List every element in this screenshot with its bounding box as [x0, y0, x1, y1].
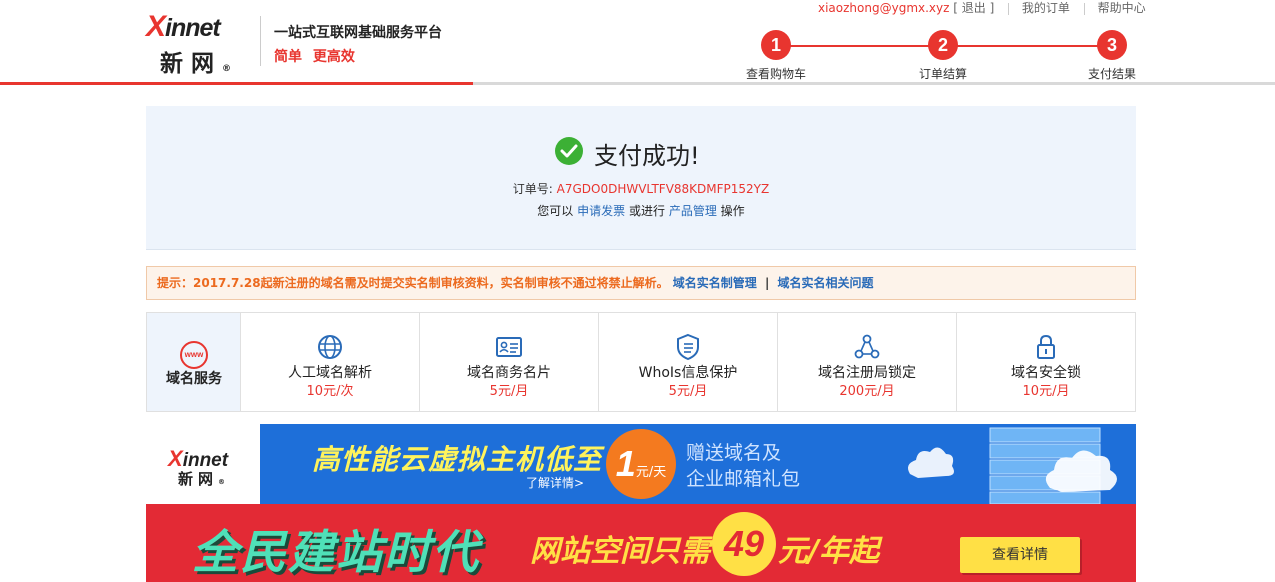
tagline: 简单 更高效 [274, 49, 355, 65]
service-security-lock[interactable]: 域名安全锁 10元/月 [957, 313, 1135, 411]
logo-chinese: 新网® [178, 470, 226, 488]
step-number: 1 [761, 30, 791, 60]
service-name: 人工域名解析 [288, 365, 372, 381]
payment-success-panel: 支付成功! 订单号: A7GDO0DHWVLTFV88KDMFP152YZ 您可… [146, 106, 1136, 250]
order-number-row: 订单号: A7GDO0DHWVLTFV88KDMFP152YZ [146, 180, 1136, 197]
top-links: xiaozhong@ygmx.xyz [ 退出 ] 我的订单 帮助中心 [818, 0, 1146, 16]
step-checkout: 2 订单结算 [913, 30, 973, 82]
ad-subtitle-line: 企业邮箱礼包 [686, 468, 801, 490]
logo-chinese: 新网® [160, 51, 231, 77]
next-actions-row: 您可以 申请发票 或进行 产品管理 操作 [146, 202, 1136, 219]
step-number: 2 [928, 30, 958, 60]
order-number-value: A7GDO0DHWVLTFV88KDMFP152YZ [556, 182, 770, 196]
service-name: WhoIs信息保护 [638, 365, 738, 381]
logo-divider [260, 16, 261, 66]
ad-subtitle: 赠送域名及 企业邮箱礼包 [686, 440, 800, 492]
real-name-management-link[interactable]: 域名实名制管理 [673, 276, 757, 290]
action-mid: 或进行 [628, 204, 665, 218]
request-invoice-link[interactable]: 申请发票 [577, 204, 625, 218]
offer-suffix: 元/年起 [778, 534, 879, 569]
divider [1083, 2, 1085, 15]
step-label: 查看购物车 [746, 67, 807, 81]
action-prefix: 您可以 [537, 204, 574, 218]
step-number: 3 [1097, 30, 1127, 60]
order-number-label: 订单号: [512, 182, 553, 196]
price-unit: 元/天 [635, 465, 667, 480]
logo-english: Xinnet [146, 10, 221, 43]
offer-price: 49 [712, 511, 776, 576]
product-management-link[interactable]: 产品管理 [669, 204, 717, 218]
id-card-icon [496, 337, 522, 357]
service-name: 域名安全锁 [1011, 365, 1081, 381]
step-view-cart: 1 查看购物车 [746, 30, 806, 82]
service-name: 域名注册局锁定 [818, 365, 916, 381]
ad-subtitle-line: 赠送域名及 [686, 442, 782, 464]
step-label: 订单结算 [918, 67, 967, 81]
service-price: 5元/月 [489, 384, 529, 399]
service-dns-resolution[interactable]: 人工域名解析 10元/次 [241, 313, 420, 411]
domain-services-heading: www 域名服务 [147, 313, 241, 411]
view-details-button[interactable]: 查看详情 [960, 537, 1080, 573]
learn-more-link[interactable]: 了解详情> [526, 474, 584, 491]
real-name-faq-link[interactable]: 域名实名相关问题 [778, 276, 874, 290]
checkout-steps: 1 查看购物车 2 订单结算 3 支付结果 [746, 30, 1138, 82]
services-title: 域名服务 [166, 371, 222, 387]
price-badge: 1元/天 [606, 429, 676, 499]
real-name-notice: 提示：2017.7.28起新注册的域名需及时提交实名制审核资料，实名制审核不通过… [146, 266, 1136, 300]
ad-headline: 高性能云虚拟主机低至 [312, 443, 603, 476]
logout-link[interactable]: [ 退出 ] [953, 1, 994, 15]
brand-logo[interactable]: Xinnet 新网® [146, 10, 256, 77]
check-circle-icon [555, 137, 583, 165]
cloud-hosting-ad: 高性能云虚拟主机低至 了解详情> 1元/天 赠送域名及 企业邮箱礼包 [260, 424, 1136, 504]
service-name: 域名商务名片 [467, 365, 551, 381]
ad-headline: 全民建站时代 [192, 525, 480, 579]
shield-icon [677, 333, 699, 361]
slogan: 一站式互联网基础服务平台 [274, 25, 442, 41]
header: Xinnet 新网® 一站式互联网基础服务平台 简单 更高效 xiaozhong… [0, 0, 1275, 86]
globe-icon [318, 335, 342, 359]
my-orders-link[interactable]: 我的订单 [1022, 1, 1070, 15]
ad-offer: 网站空间只需 49 元/年起 [530, 511, 879, 576]
service-business-card[interactable]: 域名商务名片 5元/月 [420, 313, 599, 411]
service-registry-lock[interactable]: 域名注册局锁定 200元/月 [778, 313, 957, 411]
domain-services: www 域名服务 人工域名解析 10元/次 域名商务名片 5元/月 WhoIs信… [146, 312, 1136, 412]
action-suffix: 操作 [720, 204, 745, 218]
cloud-server-illustration [908, 427, 1117, 504]
offer-prefix: 网站空间只需 [530, 534, 710, 569]
step-payment-result: 3 支付结果 [1082, 30, 1142, 82]
website-building-banner[interactable]: 全民建站时代 网站空间只需 49 元/年起 查看详情 [146, 504, 1136, 582]
user-account-link[interactable]: xiaozhong@ygmx.xyz [818, 1, 949, 15]
service-price: 200元/月 [839, 384, 895, 399]
notice-text: 提示：2017.7.28起新注册的域名需及时提交实名制审核资料，实名制审核不通过… [157, 276, 669, 290]
cloud-hosting-banner[interactable]: Xinnet 新网® 高性能云虚拟主机低至 了解详情> 1元/天 赠送域名及 企… [146, 424, 1136, 504]
www-icon: www [180, 341, 208, 369]
success-title: 支付成功! [594, 142, 700, 170]
header-accent-rule [0, 82, 473, 85]
notice-divider: | [764, 276, 770, 290]
step-label: 支付结果 [1087, 67, 1136, 81]
page: Xinnet 新网® 一站式互联网基础服务平台 简单 更高效 xiaozhong… [0, 0, 1275, 582]
banner-brand-logo: Xinnet 新网® [146, 424, 260, 504]
divider [1008, 2, 1010, 15]
service-whois-protection[interactable]: WhoIs信息保护 5元/月 [599, 313, 778, 411]
price-value: 1 [615, 443, 636, 484]
lock-icon [1037, 334, 1055, 359]
help-center-link[interactable]: 帮助中心 [1098, 1, 1146, 15]
service-price: 10元/次 [306, 384, 354, 399]
service-price: 10元/月 [1022, 384, 1070, 399]
network-icon [854, 334, 880, 359]
service-price: 5元/月 [668, 384, 708, 399]
